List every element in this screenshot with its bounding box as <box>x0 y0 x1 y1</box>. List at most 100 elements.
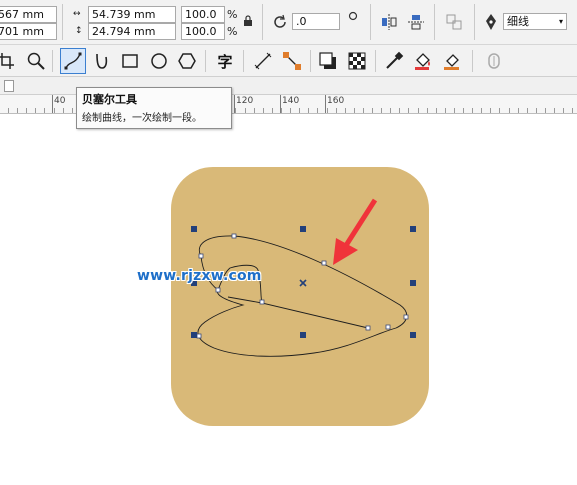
rectangle-icon[interactable] <box>118 49 142 73</box>
scale-x-unit: % <box>227 8 238 21</box>
ruler-minor-tick <box>272 108 273 113</box>
ruler-minor-tick <box>372 108 373 113</box>
convert-to-curves-icon[interactable] <box>442 10 466 34</box>
height-icon: ↕ <box>75 26 83 36</box>
ruler-minor-tick <box>509 108 510 113</box>
divider <box>243 50 244 72</box>
page-icon[interactable] <box>4 80 14 92</box>
ruler-label: 120 <box>236 96 254 106</box>
mirror-horizontal-icon[interactable] <box>377 10 401 34</box>
ruler-minor-tick <box>235 108 236 113</box>
artistic-media-icon[interactable] <box>90 49 114 73</box>
ruler-minor-tick <box>463 108 464 113</box>
ruler-label: 40 <box>54 96 66 106</box>
divider <box>472 50 473 72</box>
drop-shadow-icon[interactable] <box>316 49 340 73</box>
ruler-minor-tick <box>54 108 55 113</box>
tooltip-title: 贝塞尔工具 <box>82 93 137 106</box>
smart-fill-icon[interactable] <box>440 49 464 73</box>
rotate-icon <box>268 10 292 34</box>
ruler-minor-tick <box>336 108 337 113</box>
divider <box>262 4 263 40</box>
ruler-minor-tick <box>572 108 573 113</box>
ruler-minor-tick <box>72 108 73 113</box>
scale-x-field[interactable]: 100.0 <box>181 6 225 23</box>
crop-icon[interactable] <box>0 49 18 73</box>
transparency-icon[interactable] <box>345 49 369 73</box>
ruler-minor-tick <box>35 108 36 113</box>
dimension-icon[interactable] <box>251 49 275 73</box>
connector-icon[interactable] <box>280 49 304 73</box>
ruler-minor-tick <box>63 108 64 113</box>
width-icon: ↔ <box>73 9 81 19</box>
ruler-minor-tick <box>390 108 391 113</box>
ruler-minor-tick <box>17 108 18 113</box>
ruler-label: 140 <box>282 96 300 106</box>
divider <box>370 4 371 40</box>
ruler-minor-tick <box>254 108 255 113</box>
toolbox: 字 <box>0 45 577 77</box>
polygon-icon[interactable] <box>175 49 199 73</box>
ruler-minor-tick <box>327 108 328 113</box>
x-position-field[interactable]: 567 mm <box>0 6 57 23</box>
ruler-minor-tick <box>436 108 437 113</box>
ruler-minor-tick <box>44 108 45 113</box>
eyedropper-icon[interactable] <box>382 49 406 73</box>
drawing-canvas[interactable] <box>0 114 577 485</box>
object-height-field[interactable]: 24.794 mm <box>88 23 176 40</box>
ruler-minor-tick <box>263 108 264 113</box>
zoom-icon[interactable] <box>24 49 48 73</box>
ruler-minor-tick <box>490 108 491 113</box>
mirror-vertical-icon[interactable] <box>404 10 428 34</box>
ruler-minor-tick <box>554 108 555 113</box>
ruler-minor-tick <box>26 108 27 113</box>
ruler-minor-tick <box>481 108 482 113</box>
ruler-minor-tick <box>281 108 282 113</box>
ruler-major-tick <box>325 95 326 113</box>
ruler-minor-tick <box>381 108 382 113</box>
ellipse-icon[interactable] <box>147 49 171 73</box>
ruler-minor-tick <box>8 108 9 113</box>
ruler-minor-tick <box>299 108 300 113</box>
ruler-minor-tick <box>399 108 400 113</box>
tooltip: 贝塞尔工具 绘制曲线，一次绘制一段。 <box>76 87 232 129</box>
lens-icon[interactable] <box>482 49 506 73</box>
ruler-minor-tick <box>345 108 346 113</box>
chevron-down-icon: ▾ <box>558 17 563 26</box>
divider <box>474 4 475 40</box>
scale-y-field[interactable]: 100.0 <box>181 23 225 40</box>
ruler-minor-tick <box>245 108 246 113</box>
ruler-minor-tick <box>472 108 473 113</box>
y-position-field[interactable]: 701 mm <box>0 23 57 40</box>
divider <box>434 4 435 40</box>
pen-outline-icon <box>479 10 503 34</box>
rotation-angle-field[interactable]: .0 <box>292 13 340 30</box>
degree-icon <box>345 8 361 24</box>
ruler-minor-tick <box>418 108 419 113</box>
ruler-minor-tick <box>545 108 546 113</box>
scale-y-unit: % <box>227 25 238 38</box>
ruler-minor-tick <box>408 108 409 113</box>
ruler-minor-tick <box>363 108 364 113</box>
ruler-major-tick <box>52 95 53 113</box>
ruler-minor-tick <box>536 108 537 113</box>
ruler-minor-tick <box>290 108 291 113</box>
ruler-label: 160 <box>327 96 345 106</box>
fill-icon[interactable] <box>411 49 435 73</box>
ruler-minor-tick <box>445 108 446 113</box>
tooltip-description: 绘制曲线，一次绘制一段。 <box>82 113 202 124</box>
divider <box>205 50 206 72</box>
ruler-minor-tick <box>527 108 528 113</box>
lock-ratio-icon[interactable] <box>240 10 256 32</box>
ruler-minor-tick <box>518 108 519 113</box>
ruler-minor-tick <box>499 108 500 113</box>
outline-width-select[interactable]: 细线 ▾ <box>503 13 567 30</box>
text-icon[interactable]: 字 <box>213 49 237 73</box>
ruler-minor-tick <box>427 108 428 113</box>
outline-width-value: 细线 <box>507 15 529 28</box>
rounded-square-shape[interactable] <box>171 167 429 426</box>
bezier-tool-icon[interactable] <box>60 48 86 74</box>
object-width-field[interactable]: 54.739 mm <box>88 6 176 23</box>
property-bar: 567 mm 701 mm ↔ ↕ 54.739 mm 24.794 mm 10… <box>0 0 577 45</box>
ruler-minor-tick <box>563 108 564 113</box>
